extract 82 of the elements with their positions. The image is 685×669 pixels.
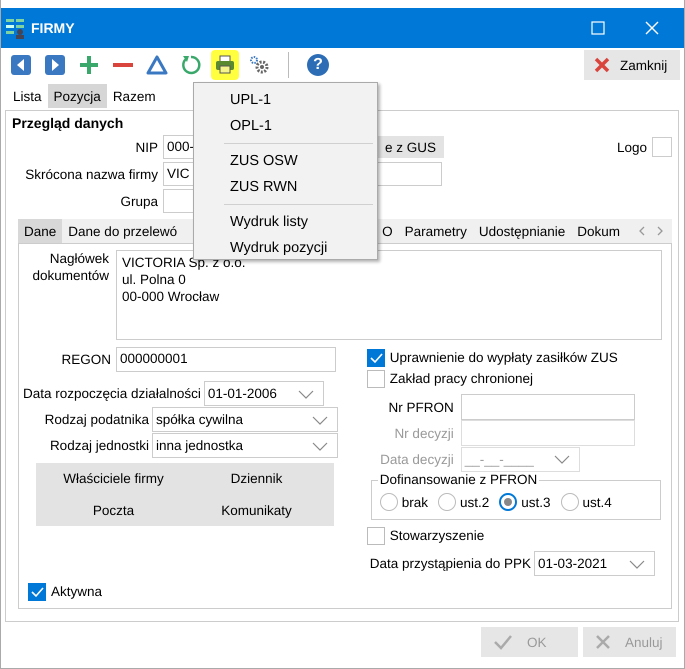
section-title: Przegląd danych [12, 115, 124, 133]
menu-item[interactable]: OPL-1 [224, 113, 373, 139]
field-label: NIP [134, 140, 158, 154]
checkbox[interactable] [366, 526, 385, 544]
menu-item[interactable]: ZUS RWN [224, 174, 373, 200]
input-field[interactable] [460, 394, 635, 420]
tab[interactable]: Dane do przelewó [62, 219, 184, 243]
view-tab[interactable]: Razem [106, 84, 162, 108]
tab[interactable]: Dokum [571, 219, 626, 243]
field-label: Rodzaj jednostki [48, 438, 149, 453]
menu-item[interactable]: Wydruk listy [224, 209, 373, 235]
type-dropdown[interactable]: spółka cywilna [152, 407, 338, 432]
field-label: Nagłówek dokumentów [31, 250, 109, 285]
maximize-icon [591, 21, 605, 35]
checkbox[interactable] [366, 348, 385, 366]
panel-button[interactable]: Dziennik [224, 467, 288, 490]
printer-icon [214, 54, 236, 76]
text-line: 00-000 Wrocław [122, 288, 220, 305]
scroll-right-button[interactable] [656, 225, 664, 237]
regon-field[interactable]: 000000001 [116, 347, 336, 372]
checkbox-label: Uprawnienie do wypłaty zasiłków ZUS [390, 350, 618, 365]
checkbox-label: Zakład pracy chronionej [390, 371, 534, 386]
view-tab[interactable]: Pozycja [48, 84, 107, 108]
menu-item[interactable]: UPL-1 [224, 87, 373, 113]
gears-icon [248, 54, 270, 76]
panel-button[interactable]: Właściciele firmy [57, 467, 170, 490]
radio-label: ust.3 [521, 494, 551, 510]
close-icon [645, 21, 659, 35]
field-label: REGON [60, 352, 111, 367]
view-tab[interactable]: Lista [7, 84, 48, 108]
minus-icon [113, 63, 133, 67]
chevron-down-icon [628, 558, 646, 570]
tab[interactable]: Parametry [398, 219, 473, 243]
radio-button[interactable] [438, 493, 456, 511]
field-label: Data przystąpienia do PPK [370, 556, 532, 571]
tab[interactable]: Udostępnianie [472, 219, 572, 243]
logo-box[interactable] [652, 137, 672, 157]
window-title: FIRMY [31, 20, 75, 36]
app-icon [5, 17, 25, 39]
field-label: Nr PFRON [387, 400, 454, 414]
field-label: Logo [616, 140, 647, 154]
right-chevron-icon [656, 225, 664, 237]
field-label: Grupa [119, 194, 158, 208]
tab[interactable]: O [376, 219, 399, 243]
chevron-down-icon [311, 440, 329, 452]
radio-label: ust.4 [582, 494, 612, 510]
left-chevron-icon [638, 225, 646, 237]
radio-label: brak [402, 494, 428, 510]
field-label: Data decyzji [379, 452, 454, 466]
panel-button[interactable]: Komunikaty [215, 498, 298, 522]
checkbox[interactable] [28, 582, 46, 600]
input-field[interactable] [460, 420, 635, 446]
scroll-left-button[interactable] [638, 225, 646, 237]
radio-button[interactable] [380, 493, 398, 511]
close-button[interactable]: Zamknij [584, 50, 680, 80]
check-icon [493, 634, 513, 650]
chevron-down-icon [296, 388, 315, 400]
triangle-icon [146, 54, 168, 76]
checkbox-label: Stowarzyszenie [390, 528, 484, 543]
field-label: Skrócona nazwa firmy [24, 166, 158, 182]
checkbox[interactable] [366, 370, 385, 388]
chevron-down-icon [311, 414, 329, 426]
close-icon [594, 57, 610, 73]
radio-button[interactable] [499, 493, 518, 511]
checkbox-label: Aktywna [51, 584, 102, 599]
refresh-icon [180, 54, 202, 76]
plus-icon [78, 54, 100, 76]
panel-button[interactable]: Poczta [86, 498, 140, 522]
cross-icon [595, 634, 611, 650]
date-dropdown[interactable]: 01-01-2006 [204, 381, 324, 406]
group-title: Dofinansowanie z PFRON [378, 472, 540, 487]
radio-label: ust.2 [460, 494, 490, 510]
print-button[interactable] [211, 50, 239, 80]
tab[interactable]: Dane [18, 219, 62, 243]
field-label: Nr decyzji [393, 426, 454, 440]
field-label: Rodzaj podatnika [44, 412, 149, 427]
chevron-down-icon [552, 453, 571, 465]
text-line: ul. Polna 0 [122, 271, 187, 288]
unit-dropdown[interactable]: inna jednostka [152, 433, 338, 458]
date-dropdown[interactable]: 01-03-2021 [534, 551, 656, 576]
radio-button[interactable] [560, 493, 579, 511]
field-label: Data rozpoczęcia działalności [23, 386, 201, 401]
